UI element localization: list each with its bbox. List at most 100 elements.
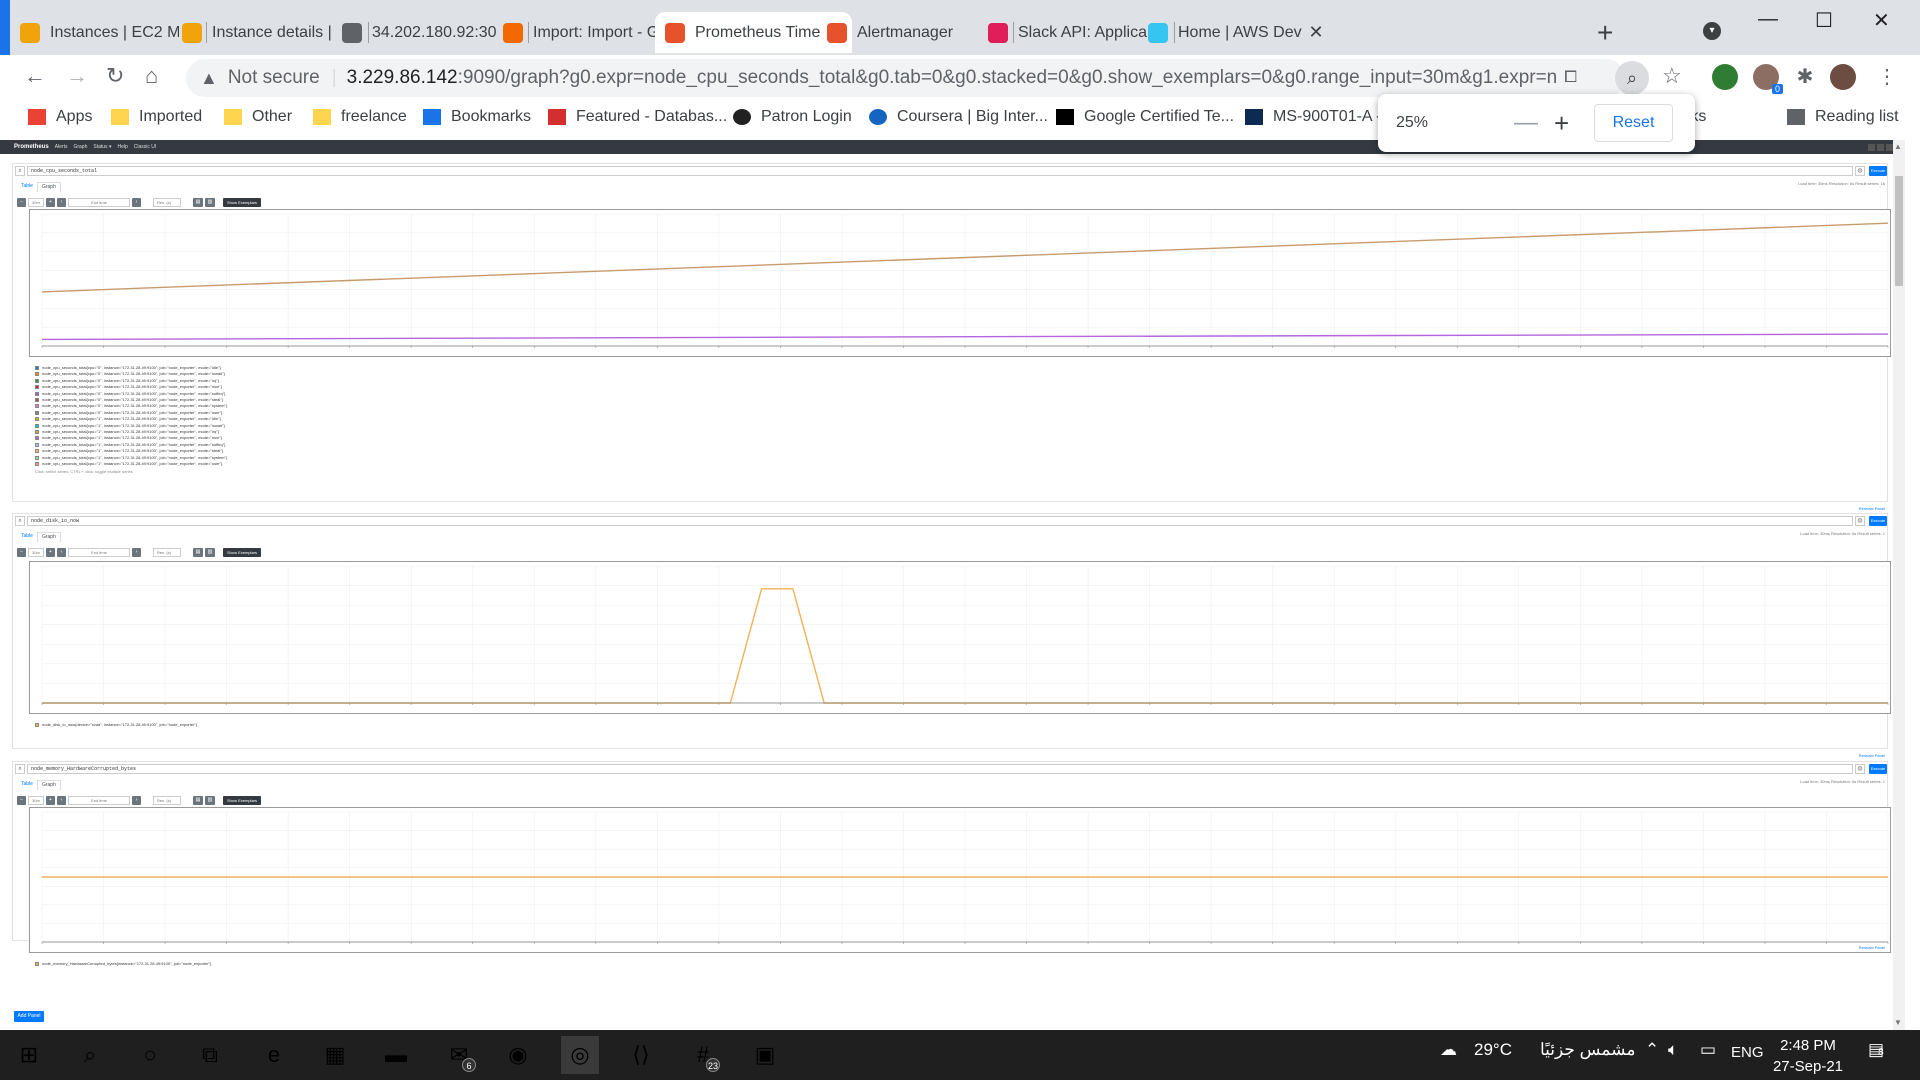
tray-chevron-icon[interactable]: ⌃: [1645, 1040, 1659, 1060]
execute-button[interactable]: Execute: [1869, 764, 1887, 774]
execute-button[interactable]: Execute: [1869, 516, 1887, 526]
extension-globe-icon[interactable]: [1712, 64, 1738, 90]
range-input[interactable]: 30m: [28, 198, 44, 207]
nav-status[interactable]: Status ▾: [93, 144, 111, 150]
gear-icon[interactable]: [1886, 143, 1893, 151]
chrome-icon[interactable]: ◎: [561, 1036, 599, 1074]
bookmark-item[interactable]: freelance: [313, 106, 407, 128]
nav-help[interactable]: Help: [117, 144, 127, 150]
back-icon[interactable]: ←: [24, 63, 46, 89]
scrollbar-thumb[interactable]: [1895, 176, 1903, 286]
legend-item[interactable]: node_memory_HardwareCorrupted_bytes{inst…: [35, 961, 211, 967]
stacked-button[interactable]: ▥: [205, 198, 215, 207]
range-plus-button[interactable]: +: [46, 548, 55, 557]
network-icon[interactable]: ▭: [1700, 1040, 1716, 1060]
remove-panel-link[interactable]: Remove Panel: [1859, 506, 1885, 511]
end-time-forward-button[interactable]: ›: [132, 548, 141, 557]
cortana-icon[interactable]: ○: [131, 1036, 169, 1074]
legend-item[interactable]: node_cpu_seconds_total{cpu="1", instance…: [35, 461, 227, 467]
end-time-back-button[interactable]: ‹: [57, 796, 66, 805]
bookmark-item[interactable]: Google Certified Te...: [1056, 106, 1234, 128]
browser-tab[interactable]: Home | AWS Dev ✕: [1138, 12, 1335, 53]
bookmark-item[interactable]: Patron Login: [733, 106, 852, 128]
bookmark-item[interactable]: Reading list: [1787, 106, 1899, 128]
new-tab-button[interactable]: +: [1597, 17, 1613, 49]
tab-graph[interactable]: Graph: [36, 182, 61, 192]
query-input[interactable]: node_disk_io_now: [27, 516, 1853, 526]
remove-panel-link[interactable]: Remove Panel: [1859, 945, 1885, 950]
legend-item[interactable]: node_disk_io_now{device="xvda", instance…: [35, 722, 197, 728]
volume-icon[interactable]: 🔈︎: [1668, 1040, 1678, 1060]
tab-graph[interactable]: Graph: [36, 780, 61, 790]
page-scrollbar[interactable]: ▲ ▼: [1893, 140, 1905, 1030]
zoom-icon[interactable]: ⌕: [1615, 61, 1649, 95]
weather-desc[interactable]: مشمس جزئيًا: [1540, 1040, 1635, 1060]
bookmark-item[interactable]: Bookmarks: [423, 106, 531, 128]
resolution-input[interactable]: Res. (s): [153, 198, 181, 207]
metrics-explorer-icon[interactable]: ◍: [1855, 516, 1865, 526]
store-icon[interactable]: ▦: [316, 1036, 354, 1074]
range-minus-button[interactable]: −: [17, 198, 26, 207]
bookmark-item[interactable]: Apps: [28, 106, 92, 128]
bookmark-item[interactable]: Other: [224, 106, 292, 128]
photos-icon[interactable]: ▣: [746, 1036, 784, 1074]
stacked-button[interactable]: ▥: [205, 796, 215, 805]
add-panel-button[interactable]: Add Panel: [14, 1011, 44, 1022]
range-minus-button[interactable]: −: [17, 548, 26, 557]
prometheus-brand[interactable]: Prometheus: [14, 144, 49, 150]
end-time-back-button[interactable]: ‹: [57, 198, 66, 207]
tab-search-icon[interactable]: ▾: [1703, 22, 1721, 40]
address-bar[interactable]: ▲ Not secure | 3.229.86.142 :9090/graph?…: [186, 59, 1625, 97]
bookmark-item[interactable]: Featured - Databas...: [548, 106, 727, 128]
stacked-button[interactable]: ▥: [205, 548, 215, 557]
end-time-forward-button[interactable]: ›: [132, 198, 141, 207]
end-time-forward-button[interactable]: ›: [132, 796, 141, 805]
scroll-up-icon[interactable]: ▲: [1894, 142, 1902, 151]
bookmark-item[interactable]: Imported: [111, 106, 202, 128]
notifications-icon[interactable]: ▤8: [1868, 1040, 1884, 1060]
remove-panel-link[interactable]: Remove Panel: [1859, 753, 1885, 758]
resolution-input[interactable]: Res. (s): [153, 548, 181, 557]
language-indicator[interactable]: ENG: [1731, 1044, 1764, 1061]
file-explorer-icon[interactable]: ▬: [377, 1036, 415, 1074]
tab-close-icon[interactable]: ✕: [1307, 22, 1325, 43]
metrics-explorer-icon[interactable]: ◍: [1855, 764, 1865, 774]
extensions-puzzle-icon[interactable]: ✱: [1792, 64, 1818, 90]
nav-graph[interactable]: Graph: [73, 144, 87, 150]
unstacked-button[interactable]: ▤: [193, 548, 203, 557]
end-time-input[interactable]: End time: [68, 796, 130, 805]
tab-table[interactable]: Table: [17, 780, 37, 790]
minimize-icon[interactable]: —: [1758, 8, 1778, 31]
weather-temp[interactable]: 29°C: [1474, 1040, 1512, 1060]
weather-icon[interactable]: ☁: [1440, 1040, 1457, 1060]
nav-settings[interactable]: [1868, 143, 1893, 151]
task-view-icon[interactable]: ⧉: [191, 1036, 229, 1074]
maximize-icon[interactable]: ☐: [1815, 8, 1833, 33]
menu-icon[interactable]: ⋮: [1874, 64, 1900, 90]
tab-table[interactable]: Table: [17, 532, 37, 542]
zoom-in-button[interactable]: +: [1554, 108, 1569, 139]
tab-table[interactable]: Table: [17, 182, 37, 192]
range-input[interactable]: 30m: [28, 548, 44, 557]
edge-icon[interactable]: e: [255, 1036, 293, 1074]
range-plus-button[interactable]: +: [46, 198, 55, 207]
nav-classic-ui[interactable]: Classic UI: [134, 144, 157, 150]
end-time-back-button[interactable]: ‹: [57, 548, 66, 557]
query-input[interactable]: node_cpu_seconds_total: [27, 166, 1853, 176]
settings-icon[interactable]: [1877, 143, 1884, 151]
windows-start-icon[interactable]: ⊞: [10, 1036, 48, 1074]
home-icon[interactable]: ⌂: [145, 63, 158, 89]
end-time-input[interactable]: End time: [68, 548, 130, 557]
extension-cookie-icon[interactable]: 0: [1753, 64, 1783, 94]
zoom-reset-button[interactable]: Reset: [1594, 104, 1673, 142]
range-input[interactable]: 30m: [28, 796, 44, 805]
vscode-icon[interactable]: ⟨⟩: [622, 1036, 660, 1074]
slack-icon[interactable]: #23: [684, 1036, 722, 1074]
close-icon[interactable]: ✕: [1873, 8, 1890, 33]
resolution-input[interactable]: Res. (s): [153, 796, 181, 805]
show-exemplars-button[interactable]: Show Exemplars: [223, 796, 261, 805]
reload-icon[interactable]: ↻: [106, 63, 124, 89]
bookmark-item[interactable]: MS-900T01-A -: [1245, 106, 1381, 128]
execute-button[interactable]: Execute: [1869, 166, 1887, 176]
scroll-down-icon[interactable]: ▼: [1894, 1018, 1902, 1027]
